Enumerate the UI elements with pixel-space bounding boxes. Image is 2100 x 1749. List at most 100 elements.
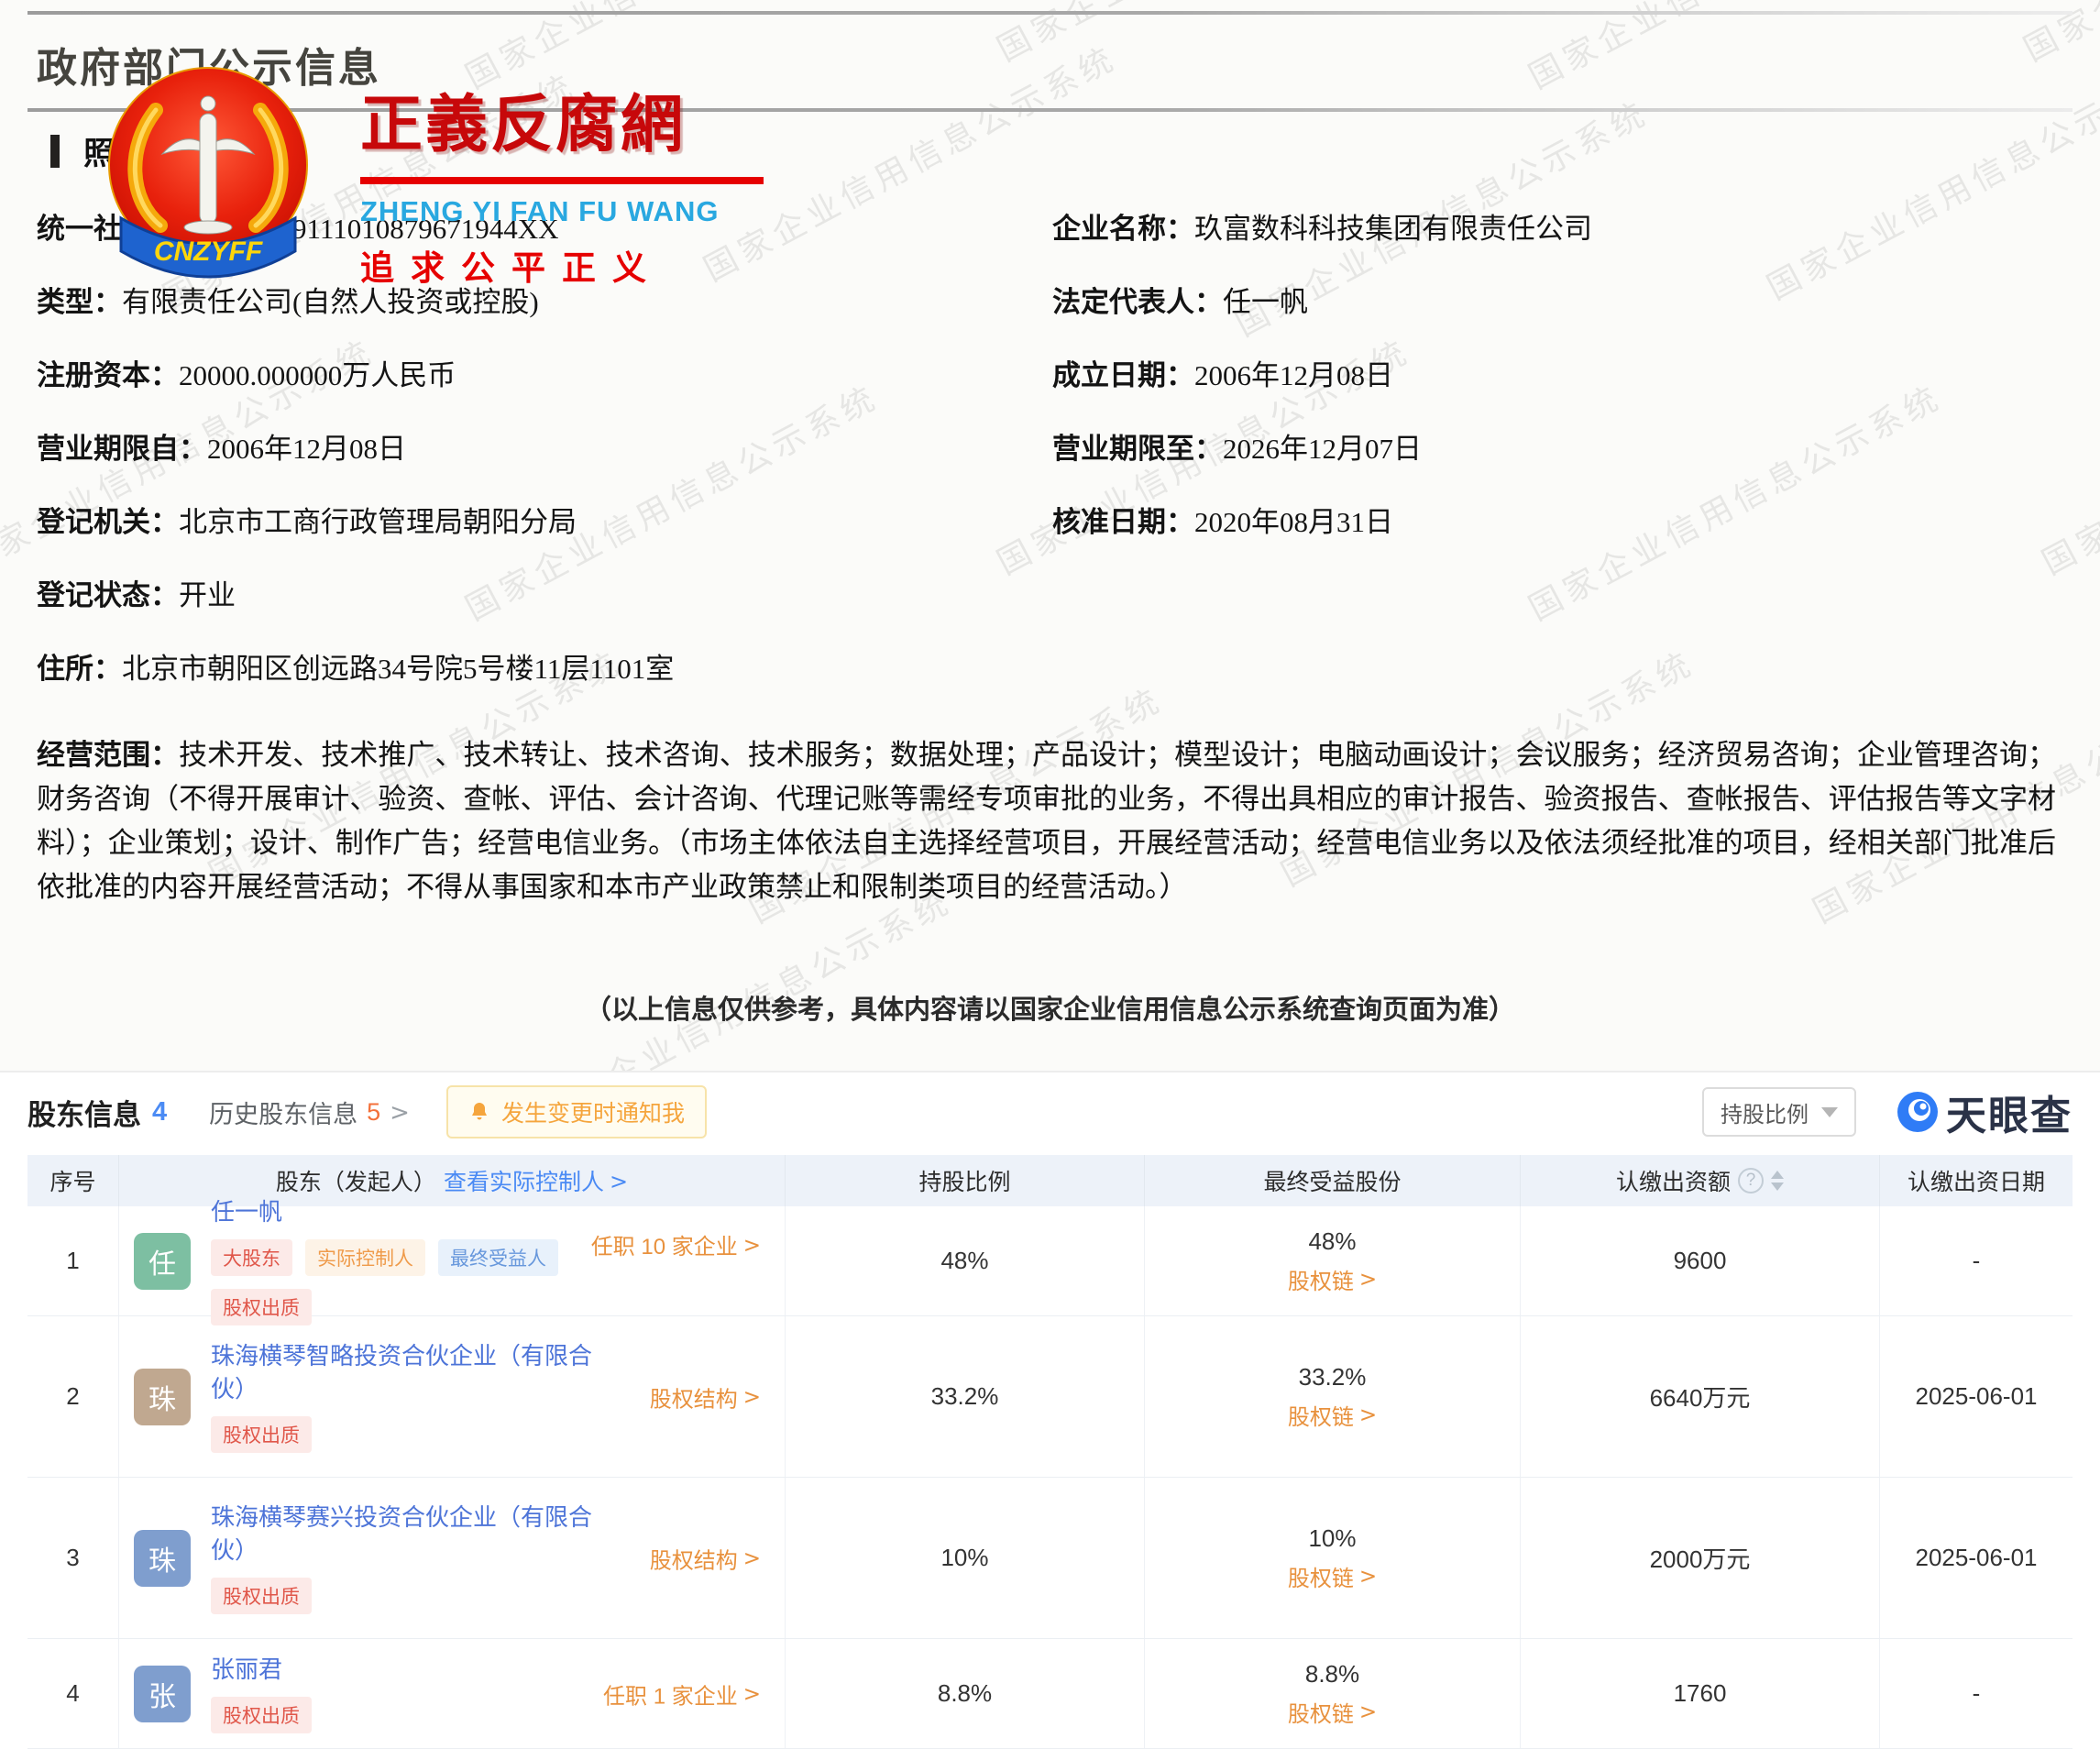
chevron-right-icon: [743, 1232, 761, 1258]
shareholder-cell: 任 任一帆 大股东 实际控制人 最终受益人 股权出质 任职 10 家企业: [119, 1206, 786, 1315]
equity-structure-link[interactable]: 股权结构: [650, 1380, 761, 1413]
benefit-cell: 8.8% 股权链: [1145, 1639, 1521, 1748]
field-company-name: 企业名称：玖富数科科技集团有限责任公司: [1052, 211, 2073, 284]
row-index: 4: [27, 1639, 119, 1748]
equity-chain-link[interactable]: 股权链: [1288, 1696, 1377, 1728]
table-row: 4 张 张丽君 股权出质 任职 1 家企业 8.8% 8.8% 股权链: [27, 1639, 2073, 1749]
amount-cell: 9600: [1521, 1206, 1880, 1315]
section-marker-bar: [50, 135, 60, 168]
field-value: 2026年12月07日: [1223, 433, 1422, 465]
equity-pledge-tag: 股权出质: [211, 1697, 312, 1733]
shareholders-header: 股东信息 4 历史股东信息 5 发生变更时通知我 持股比例 天眼查: [27, 1087, 2073, 1137]
chevron-down-icon: [1821, 1107, 1838, 1117]
shareholder-name-link[interactable]: 珠海横琴智略投资合伙企业（有限合伙）: [211, 1340, 623, 1404]
equity-structure-link[interactable]: 股权结构: [650, 1542, 761, 1574]
header-ratio: 持股比例: [786, 1155, 1145, 1206]
tianyancha-logo-text: 天眼查: [1946, 1083, 2073, 1141]
chevron-right-icon: [390, 1098, 410, 1127]
field-registration-status: 登记状态：开业: [37, 578, 1052, 651]
tag-row: 股权出质: [211, 1416, 623, 1453]
site-emblem-logo: CNZYFF: [103, 62, 313, 313]
serves-in-companies-link[interactable]: 任职 1 家企业: [603, 1678, 761, 1710]
ultimate-beneficiary-tag: 最终受益人: [438, 1239, 558, 1276]
shareholder-name-link[interactable]: 任一帆: [211, 1196, 623, 1228]
site-wordmark: 正義反腐網 ZHENG YI FAN FU WANG 追求公平正义: [360, 73, 1020, 290]
business-scope-text: 技术开发、技术推广、技术转让、技术咨询、技术服务；数据处理；产品设计；模型设计；…: [37, 739, 2056, 903]
field-label: 住所：: [37, 653, 122, 685]
red-underline: [360, 177, 764, 184]
actual-controller-tag: 实际控制人: [305, 1239, 425, 1276]
site-name-chinese: 正義反腐網: [360, 73, 1020, 164]
shareholder-main: 珠海横琴智略投资合伙企业（有限合伙） 股权出质: [211, 1340, 623, 1452]
link-label: 股权链: [1288, 1399, 1354, 1431]
link-label: 股权链: [1288, 1263, 1354, 1295]
header-subscribed-amount: 认缴出资额: [1521, 1155, 1880, 1206]
amount-cell: 2000万元: [1521, 1478, 1880, 1638]
equity-chain-link[interactable]: 股权链: [1288, 1560, 1377, 1592]
header-benefit-shares: 最终受益股份: [1145, 1155, 1521, 1206]
sort-by-ratio-dropdown[interactable]: 持股比例: [1702, 1087, 1856, 1137]
header-shareholder-label: 股东（发起人）: [276, 1164, 436, 1197]
chevron-right-icon: [1359, 1402, 1377, 1427]
tag-row: 股权出质: [211, 1578, 623, 1614]
link-label: 任职 1 家企业: [603, 1678, 738, 1710]
shareholder-cell: 张 张丽君 股权出质 任职 1 家企业: [119, 1639, 786, 1748]
view-actual-controller-link[interactable]: 查看实际控制人: [444, 1164, 628, 1197]
row-index: 2: [27, 1316, 119, 1477]
tag-row: 股权出质: [211, 1697, 312, 1733]
history-shareholders-link[interactable]: 历史股东信息 5: [209, 1094, 410, 1130]
header-subscribed-date: 认缴出资日期: [1880, 1155, 2073, 1206]
avatar: 珠: [134, 1369, 191, 1425]
link-label: 查看实际控制人: [444, 1164, 604, 1197]
dropdown-selected-value: 持股比例: [1721, 1096, 1809, 1128]
benefit-value: 48%: [1308, 1227, 1356, 1256]
watermark-text: 国家企业信用信息公示系统: [1519, 0, 1949, 98]
field-value: 玖富数科科技集团有限责任公司: [1194, 213, 1592, 245]
avatar: 张: [134, 1666, 191, 1722]
field-label: 营业期限自：: [37, 433, 207, 465]
serves-in-companies-link[interactable]: 任职 10 家企业: [591, 1228, 761, 1260]
help-icon[interactable]: [1738, 1168, 1764, 1194]
link-label: 股权结构: [650, 1542, 738, 1574]
shareholders-count-badge: 4: [152, 1097, 167, 1128]
shareholder-name-link[interactable]: 珠海横琴赛兴投资合伙企业（有限合伙）: [211, 1502, 623, 1566]
history-count: 5: [367, 1098, 380, 1127]
chevron-right-icon: [743, 1681, 761, 1707]
ratio-cell: 8.8%: [786, 1639, 1145, 1748]
field-registered-capital: 注册资本：20000.000000万人民币: [37, 358, 1052, 431]
header-amount-label: 认缴出资额: [1616, 1164, 1731, 1197]
disclaimer-note: （以上信息仅供参考，具体内容请以国家企业信用信息公示系统查询页面为准）: [0, 988, 2100, 1027]
field-value: 北京市朝阳区创远路34号院5号楼11层1101室: [122, 653, 674, 685]
business-scope: 经营范围：技术开发、技术推广、技术转让、技术咨询、技术服务；数据处理；产品设计；…: [37, 733, 2056, 909]
link-label: 股权结构: [650, 1380, 738, 1413]
row-index: 1: [27, 1206, 119, 1315]
row-index: 3: [27, 1478, 119, 1638]
site-slogan: 追求公平正义: [360, 240, 1020, 290]
notify-on-change-button[interactable]: 发生变更时通知我: [446, 1085, 707, 1138]
emblem-ribbon-text: CNZYFF: [154, 236, 263, 267]
benefit-value: 8.8%: [1305, 1660, 1359, 1688]
field-value: 开业: [179, 579, 236, 611]
field-label: 核准日期：: [1052, 506, 1194, 538]
major-shareholder-tag: 大股东: [211, 1239, 292, 1276]
table-row: 1 任 任一帆 大股东 实际控制人 最终受益人 股权出质 任职 10 家企业: [27, 1206, 2073, 1316]
site-name-pinyin: ZHENG YI FAN FU WANG: [360, 195, 1020, 228]
field-address: 住所：北京市朝阳区创远路34号院5号楼11层1101室: [37, 651, 1052, 724]
sort-control[interactable]: [1771, 1171, 1784, 1191]
field-value: 2006年12月08日: [1194, 359, 1393, 391]
equity-chain-link[interactable]: 股权链: [1288, 1263, 1377, 1295]
shareholders-table: 序号 股东（发起人） 查看实际控制人 持股比例 最终受益股份 认缴出资额 认缴出…: [27, 1155, 2073, 1749]
equity-chain-link[interactable]: 股权链: [1288, 1399, 1377, 1431]
shareholder-name-link[interactable]: 张丽君: [211, 1654, 312, 1686]
history-label: 历史股东信息: [209, 1094, 357, 1130]
field-value: 2006年12月08日: [207, 433, 406, 465]
shareholders-section: 股东信息 4 历史股东信息 5 发生变更时通知我 持股比例 天眼查: [0, 1071, 2100, 1745]
field-label: 成立日期：: [1052, 359, 1194, 391]
shareholders-title: 股东信息: [27, 1092, 141, 1133]
field-value: 任一帆: [1223, 286, 1308, 318]
shareholder-cell: 珠 珠海横琴智略投资合伙企业（有限合伙） 股权出质 股权结构: [119, 1316, 786, 1477]
emblem-graphic: CNZYFF: [103, 62, 313, 308]
field-label: 经营范围：: [37, 739, 179, 771]
field-label: 注册资本：: [37, 359, 179, 391]
benefit-value: 10%: [1308, 1524, 1356, 1553]
